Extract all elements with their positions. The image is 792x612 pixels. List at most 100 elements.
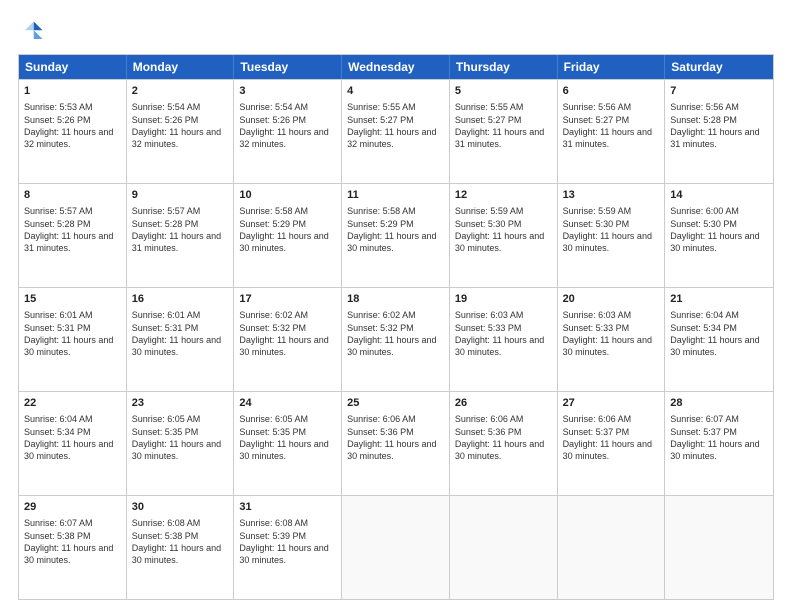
day-number: 1: [24, 84, 121, 99]
day-number: 2: [132, 84, 229, 99]
cal-cell-7: 7Sunrise: 5:56 AMSunset: 5:28 PMDaylight…: [665, 80, 773, 183]
day-number: 19: [455, 292, 552, 307]
sunrise-text: Sunrise: 5:57 AM: [24, 205, 121, 217]
cal-cell-23: 23Sunrise: 6:05 AMSunset: 5:35 PMDayligh…: [127, 392, 235, 495]
sunrise-text: Sunrise: 6:05 AM: [132, 413, 229, 425]
daylight-text: Daylight: 11 hours and 30 minutes.: [670, 438, 768, 462]
daylight-text: Daylight: 11 hours and 31 minutes.: [670, 126, 768, 150]
cal-cell-16: 16Sunrise: 6:01 AMSunset: 5:31 PMDayligh…: [127, 288, 235, 391]
cal-cell-6: 6Sunrise: 5:56 AMSunset: 5:27 PMDaylight…: [558, 80, 666, 183]
day-number: 24: [239, 396, 336, 411]
sunset-text: Sunset: 5:28 PM: [670, 114, 768, 126]
cal-cell-5: 5Sunrise: 5:55 AMSunset: 5:27 PMDaylight…: [450, 80, 558, 183]
sunrise-text: Sunrise: 6:08 AM: [132, 517, 229, 529]
sunset-text: Sunset: 5:37 PM: [670, 426, 768, 438]
sunrise-text: Sunrise: 6:06 AM: [563, 413, 660, 425]
sunset-text: Sunset: 5:30 PM: [670, 218, 768, 230]
daylight-text: Daylight: 11 hours and 30 minutes.: [563, 230, 660, 254]
day-number: 31: [239, 500, 336, 515]
daylight-text: Daylight: 11 hours and 30 minutes.: [239, 334, 336, 358]
header-day-wednesday: Wednesday: [342, 55, 450, 79]
sunset-text: Sunset: 5:31 PM: [132, 322, 229, 334]
header-day-friday: Friday: [558, 55, 666, 79]
day-number: 14: [670, 188, 768, 203]
day-number: 21: [670, 292, 768, 307]
cal-cell-28: 28 Sunrise: 6:07 AMSunset: 5:37 PMDayligh…: [665, 392, 773, 495]
cal-cell-31: 31 Sunrise: 6:08 AMSunset: 5:39 PMDayligh…: [234, 496, 342, 599]
day-number: 27: [563, 396, 660, 411]
cal-cell-21: 21Sunrise: 6:04 AMSunset: 5:34 PMDayligh…: [665, 288, 773, 391]
daylight-text: Daylight: 11 hours and 30 minutes.: [132, 438, 229, 462]
daylight-text: Daylight: 11 hours and 30 minutes.: [563, 438, 660, 462]
sunset-text: Sunset: 5:36 PM: [455, 426, 552, 438]
sunrise-text: Sunrise: 6:01 AM: [132, 309, 229, 321]
cal-cell-8: 8Sunrise: 5:57 AMSunset: 5:28 PMDaylight…: [19, 184, 127, 287]
daylight-text: Daylight: 11 hours and 30 minutes.: [239, 542, 336, 566]
cal-cell-30: 30Sunrise: 6:08 AMSunset: 5:38 PMDayligh…: [127, 496, 235, 599]
cal-cell-18: 18Sunrise: 6:02 AMSunset: 5:32 PMDayligh…: [342, 288, 450, 391]
daylight-text: Daylight: 11 hours and 32 minutes.: [239, 126, 336, 150]
daylight-text: Daylight: 11 hours and 30 minutes.: [132, 542, 229, 566]
cal-cell-empty: [558, 496, 666, 599]
header: [18, 18, 774, 46]
daylight-text: Daylight: 11 hours and 31 minutes.: [24, 230, 121, 254]
cal-cell-26: 26Sunrise: 6:06 AMSunset: 5:36 PMDayligh…: [450, 392, 558, 495]
sunset-text: Sunset: 5:39 PM: [239, 530, 336, 542]
sunrise-text: Sunrise: 5:54 AM: [239, 101, 336, 113]
daylight-text: Daylight: 11 hours and 30 minutes.: [455, 438, 552, 462]
day-number: 20: [563, 292, 660, 307]
sunrise-text: Sunrise: 6:04 AM: [670, 309, 768, 321]
sunset-text: Sunset: 5:29 PM: [347, 218, 444, 230]
sunset-text: Sunset: 5:32 PM: [239, 322, 336, 334]
header-day-saturday: Saturday: [665, 55, 773, 79]
cal-cell-13: 13Sunrise: 5:59 AMSunset: 5:30 PMDayligh…: [558, 184, 666, 287]
day-number: 13: [563, 188, 660, 203]
daylight-text: Daylight: 11 hours and 32 minutes.: [24, 126, 121, 150]
cal-cell-2: 2Sunrise: 5:54 AMSunset: 5:26 PMDaylight…: [127, 80, 235, 183]
daylight-text: Daylight: 11 hours and 30 minutes.: [347, 334, 444, 358]
sunset-text: Sunset: 5:26 PM: [239, 114, 336, 126]
day-number: 23: [132, 396, 229, 411]
cal-cell-14: 14Sunrise: 6:00 AMSunset: 5:30 PMDayligh…: [665, 184, 773, 287]
header-day-tuesday: Tuesday: [234, 55, 342, 79]
cal-cell-15: 15Sunrise: 6:01 AMSunset: 5:31 PMDayligh…: [19, 288, 127, 391]
daylight-text: Daylight: 11 hours and 30 minutes.: [239, 230, 336, 254]
day-number: 10: [239, 188, 336, 203]
logo: [18, 18, 50, 46]
day-number: 28: [670, 396, 768, 411]
day-number: 18: [347, 292, 444, 307]
sunrise-text: Sunrise: 6:07 AM: [670, 413, 768, 425]
daylight-text: Daylight: 11 hours and 30 minutes.: [347, 230, 444, 254]
sunrise-text: Sunrise: 6:05 AM: [239, 413, 336, 425]
daylight-text: Daylight: 11 hours and 30 minutes.: [455, 334, 552, 358]
sunset-text: Sunset: 5:29 PM: [239, 218, 336, 230]
sunrise-text: Sunrise: 5:55 AM: [347, 101, 444, 113]
sunrise-text: Sunrise: 5:58 AM: [239, 205, 336, 217]
daylight-text: Daylight: 11 hours and 32 minutes.: [132, 126, 229, 150]
sunrise-text: Sunrise: 6:02 AM: [239, 309, 336, 321]
calendar-body: 1Sunrise: 5:53 AMSunset: 5:26 PMDaylight…: [19, 79, 773, 599]
logo-icon: [18, 18, 46, 46]
day-number: 29: [24, 500, 121, 515]
calendar-row-3: 22Sunrise: 6:04 AMSunset: 5:34 PMDayligh…: [19, 391, 773, 495]
day-number: 6: [563, 84, 660, 99]
sunset-text: Sunset: 5:33 PM: [563, 322, 660, 334]
calendar-row-4: 29Sunrise: 6:07 AMSunset: 5:38 PMDayligh…: [19, 495, 773, 599]
sunset-text: Sunset: 5:27 PM: [455, 114, 552, 126]
sunset-text: Sunset: 5:32 PM: [347, 322, 444, 334]
sunrise-text: Sunrise: 6:03 AM: [563, 309, 660, 321]
sunrise-text: Sunrise: 6:06 AM: [455, 413, 552, 425]
sunset-text: Sunset: 5:26 PM: [24, 114, 121, 126]
cal-cell-29: 29Sunrise: 6:07 AMSunset: 5:38 PMDayligh…: [19, 496, 127, 599]
sunrise-text: Sunrise: 6:06 AM: [347, 413, 444, 425]
cal-cell-17: 17Sunrise: 6:02 AMSunset: 5:32 PMDayligh…: [234, 288, 342, 391]
sunrise-text: Sunrise: 6:00 AM: [670, 205, 768, 217]
day-number: 11: [347, 188, 444, 203]
sunrise-text: Sunrise: 5:55 AM: [455, 101, 552, 113]
day-number: 7: [670, 84, 768, 99]
sunrise-text: Sunrise: 6:08 AM: [239, 517, 336, 529]
cal-cell-25: 25Sunrise: 6:06 AMSunset: 5:36 PMDayligh…: [342, 392, 450, 495]
calendar: SundayMondayTuesdayWednesdayThursdayFrid…: [18, 54, 774, 600]
sunset-text: Sunset: 5:27 PM: [563, 114, 660, 126]
cal-cell-empty: [450, 496, 558, 599]
